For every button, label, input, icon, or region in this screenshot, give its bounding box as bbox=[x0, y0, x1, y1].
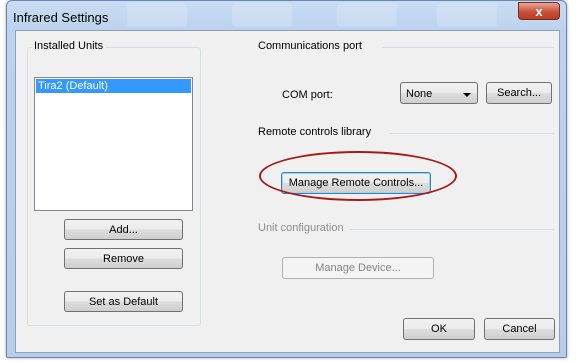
remote-controls-library-label: Remote controls library bbox=[256, 126, 374, 138]
com-port-value: None bbox=[406, 88, 433, 100]
manage-remote-controls-button[interactable]: Manage Remote Controls... bbox=[281, 172, 431, 194]
background-blur bbox=[127, 3, 187, 27]
cancel-button[interactable]: Cancel bbox=[484, 318, 555, 340]
close-button[interactable]: x bbox=[518, 2, 560, 20]
window-title: Infrared Settings bbox=[13, 10, 109, 25]
background-blur bbox=[337, 3, 397, 27]
set-as-default-button[interactable]: Set as Default bbox=[64, 291, 183, 312]
com-port-dropdown[interactable]: None bbox=[400, 82, 478, 104]
installed-units-list[interactable]: Tira2 (Default) bbox=[34, 77, 193, 211]
unit-configuration-separator bbox=[349, 229, 554, 230]
chevron-down-icon bbox=[463, 93, 471, 97]
communications-port-label: Communications port bbox=[256, 40, 364, 52]
search-button[interactable]: Search... bbox=[486, 82, 552, 104]
communications-separator bbox=[382, 47, 554, 48]
close-icon: x bbox=[535, 3, 543, 19]
remote-controls-separator bbox=[389, 133, 554, 134]
add-button[interactable]: Add... bbox=[64, 219, 183, 240]
remove-button[interactable]: Remove bbox=[64, 248, 183, 269]
title-bar[interactable]: Infrared Settings x bbox=[7, 1, 566, 31]
dialog-client-area: Installed Units Tira2 (Default) Add... R… bbox=[15, 30, 560, 353]
com-port-label: COM port: bbox=[282, 89, 333, 101]
list-item[interactable]: Tira2 (Default) bbox=[36, 79, 191, 93]
ok-button[interactable]: OK bbox=[403, 318, 475, 340]
manage-device-button: Manage Device... bbox=[282, 257, 434, 279]
background-blur bbox=[437, 3, 497, 27]
installed-units-label: Installed Units bbox=[32, 40, 106, 52]
unit-configuration-label: Unit configuration bbox=[256, 222, 346, 234]
background-blur bbox=[232, 3, 292, 27]
infrared-settings-window: Infrared Settings x Installed Units Tira… bbox=[6, 0, 567, 358]
